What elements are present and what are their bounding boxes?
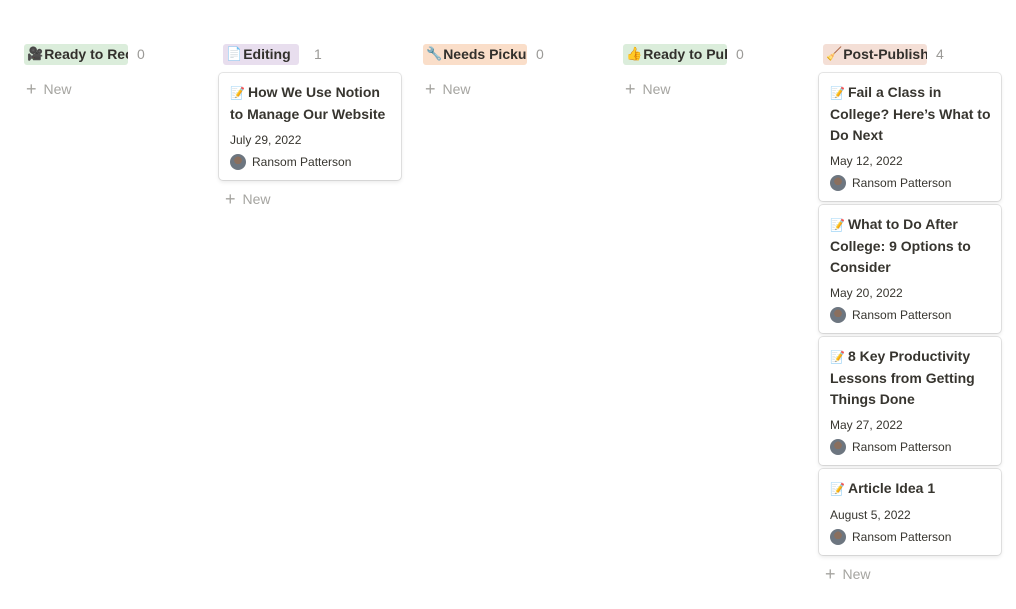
- person-name: Ransom Patterson: [852, 308, 952, 322]
- card-list: 📝 How We Use Notion to Manage Our Website…: [219, 73, 401, 180]
- card-title: 📝 What to Do After College: 9 Options to …: [830, 216, 971, 275]
- column-header[interactable]: 🎥 Ready to Record 0: [24, 42, 202, 66]
- movie-camera-icon: 🎥: [27, 46, 44, 62]
- card-count: 0: [137, 46, 145, 62]
- card-date: May 27, 2022: [830, 418, 903, 432]
- avatar: [830, 529, 846, 545]
- column-header[interactable]: 📄 Editing 1: [223, 42, 401, 66]
- status-tag: 🧹 Post-Publish: [823, 43, 927, 65]
- column-ready-to-record: 🎥 Ready to Record 0 + New: [20, 42, 202, 102]
- new-card-button[interactable]: + New: [419, 76, 601, 102]
- person-name: Ransom Patterson: [852, 176, 952, 190]
- thumbs-up-icon: 👍: [626, 46, 643, 62]
- column-header[interactable]: 🧹 Post-Publish 4: [823, 42, 1001, 66]
- page-icon: 📄: [226, 46, 243, 62]
- card-count: 0: [736, 46, 744, 62]
- kanban-board: 🎥 Ready to Record 0 + New 📄 Editing 1 📝H…: [0, 0, 1016, 609]
- column-editing: 📄 Editing 1 📝 How We Use Notion to Manage…: [219, 42, 401, 212]
- status-tag: 🎥 Ready to Record: [24, 43, 128, 65]
- card-date: May 20, 2022: [830, 286, 903, 300]
- avatar: [830, 175, 846, 191]
- card-title: 📝 How We Use Notion to Manage Our Website: [230, 84, 386, 122]
- card[interactable]: 📝 Article Idea 1 August 5, 2022 Ransom Pa…: [819, 469, 1001, 555]
- avatar: [830, 307, 846, 323]
- memo-icon: 📝: [830, 350, 845, 364]
- person-name: Ransom Patterson: [852, 530, 952, 544]
- new-label: New: [442, 81, 471, 97]
- plus-icon: +: [225, 189, 236, 209]
- column-post-publish: 🧹 Post-Publish 4 📝 Fail a Class in Colleg…: [819, 42, 1001, 587]
- status-label: Ready to Record: [44, 46, 128, 62]
- person-name: Ransom Patterson: [252, 155, 352, 169]
- status-label: Editing: [243, 46, 291, 62]
- new-card-button[interactable]: + New: [219, 186, 401, 212]
- card[interactable]: 📝 How We Use Notion to Manage Our Website…: [219, 73, 401, 180]
- new-card-button[interactable]: + New: [20, 76, 202, 102]
- status-tag: 📄 Editing: [223, 43, 299, 65]
- card-person: Ransom Patterson: [830, 529, 991, 545]
- card-date: July 29, 2022: [230, 133, 302, 147]
- status-tag: 🔧 Needs Pickup: [423, 43, 527, 65]
- card[interactable]: 📝 What to Do After College: 9 Options to …: [819, 205, 1001, 333]
- card-person: Ransom Patterson: [830, 439, 991, 455]
- card-list: 📝 Fail a Class in College? Here’s What to…: [819, 73, 1001, 555]
- memo-icon: 📝: [830, 86, 845, 100]
- wrench-icon: 🔧: [426, 46, 443, 62]
- card[interactable]: 📝 Fail a Class in College? Here’s What to…: [819, 73, 1001, 201]
- new-card-button[interactable]: + New: [619, 76, 801, 102]
- avatar: [830, 439, 846, 455]
- card-date: August 5, 2022: [830, 508, 911, 522]
- status-label: Needs Pickup: [443, 46, 527, 62]
- card-person: Ransom Patterson: [830, 307, 991, 323]
- card-person: Ransom Patterson: [230, 154, 391, 170]
- card-date: May 12, 2022: [830, 154, 903, 168]
- plus-icon: +: [425, 79, 436, 99]
- card-count: 1: [314, 46, 322, 62]
- status-label: Ready to Publish: [643, 46, 727, 62]
- new-label: New: [842, 566, 871, 582]
- card-count: 4: [936, 46, 944, 62]
- card-title: 📝 8 Key Productivity Lessons from Getting…: [830, 348, 975, 407]
- broom-icon: 🧹: [826, 46, 843, 62]
- status-label: Post-Publish: [843, 46, 927, 62]
- avatar: [230, 154, 246, 170]
- memo-icon: 📝: [830, 218, 845, 232]
- new-label: New: [43, 81, 72, 97]
- memo-icon: 📝: [830, 482, 845, 496]
- column-needs-pickup: 🔧 Needs Pickup 0 + New: [419, 42, 601, 102]
- column-header[interactable]: 👍 Ready to Publish 0: [623, 42, 801, 66]
- new-label: New: [642, 81, 671, 97]
- new-card-button[interactable]: + New: [819, 561, 1001, 587]
- column-ready-to-publish: 👍 Ready to Publish 0 + New: [619, 42, 801, 102]
- plus-icon: +: [825, 564, 836, 584]
- card-title: 📝 Article Idea 1: [830, 480, 936, 496]
- new-label: New: [242, 191, 271, 207]
- card-person: Ransom Patterson: [830, 175, 991, 191]
- card-title: 📝 Fail a Class in College? Here’s What to…: [830, 84, 991, 143]
- column-header[interactable]: 🔧 Needs Pickup 0: [423, 42, 601, 66]
- plus-icon: +: [26, 79, 37, 99]
- plus-icon: +: [625, 79, 636, 99]
- card-count: 0: [536, 46, 544, 62]
- person-name: Ransom Patterson: [852, 440, 952, 454]
- status-tag: 👍 Ready to Publish: [623, 43, 727, 65]
- card[interactable]: 📝 8 Key Productivity Lessons from Getting…: [819, 337, 1001, 465]
- memo-icon: 📝: [230, 86, 245, 100]
